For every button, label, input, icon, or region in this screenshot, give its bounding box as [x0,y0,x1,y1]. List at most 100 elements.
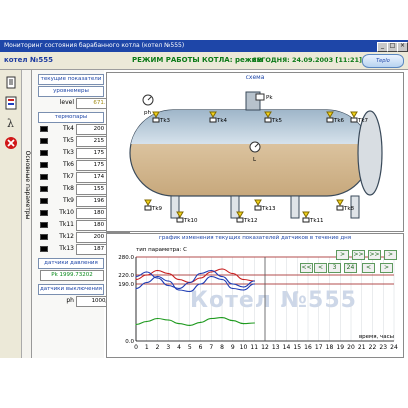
stop-icon[interactable] [4,136,18,150]
series-point-3 [221,317,223,319]
chart-nav-button[interactable]: > [384,250,397,260]
x-tick-label: 13 [272,344,280,351]
x-tick-label: 1 [145,344,149,351]
series-point-0 [167,272,169,275]
sensor-marker-icon[interactable] [302,211,310,218]
sensor-label: Tk9 [151,206,163,212]
sensor-box[interactable] [209,117,217,123]
series-point-1 [189,281,191,284]
thermo-indicator [40,222,48,228]
sensor-box[interactable] [236,217,244,223]
sensor-marker-icon[interactable] [350,111,358,118]
sensor-label: Tk5 [271,118,283,124]
sensor-label: Tk3 [159,118,171,124]
chart-nav-button[interactable]: > [380,263,393,273]
thermo-indicator [40,150,48,156]
thermo-indicator [40,174,48,180]
thermo-indicator [40,234,48,240]
x-tick-label: 16 [304,344,312,351]
sensor-marker-icon[interactable] [336,199,344,206]
pk-label: Pk [266,95,273,101]
x-tick-label: 6 [199,344,203,351]
chart-nav-button[interactable]: >> [368,250,381,260]
thermo-label: Tk3 [63,149,74,156]
x-tick-label: 21 [358,344,366,351]
series-line-0 [135,268,255,284]
series-point-0 [135,278,137,281]
drum-leg [290,195,300,219]
series-point-2 [178,289,180,291]
sensor-box[interactable] [254,205,262,211]
series-point-0 [178,278,180,281]
list-icon[interactable] [4,96,18,110]
x-tick-label: 12 [261,344,269,351]
chart-nav-button[interactable]: 3 [328,263,341,273]
series-point-2 [167,280,169,282]
left-toolbar: λ [0,70,22,358]
series-point-2 [253,283,255,285]
pressure-section-title: датчики давления [38,258,104,269]
series-point-1 [221,275,223,278]
x-tick-label: 8 [220,344,224,351]
drum-leg [170,195,180,219]
series-point-2 [189,290,191,293]
thermo-label: Tk6 [63,161,74,168]
chart-nav-button[interactable]: < [314,263,327,273]
series-point-3 [210,317,212,320]
thermo-indicator [40,198,48,204]
thermo-label: Tk13 [59,245,74,252]
y-tick-label: 220.0 [118,273,134,279]
sensor-marker-icon[interactable] [144,199,152,206]
boiler-scheme: Pk ph L Tk3 Tk4 Tk5 Tk6 Tk7Tk8Tk9Tk10 Tk11Tk1… [129,91,383,224]
sensor-box[interactable] [350,117,358,123]
sensor-box[interactable] [326,117,334,123]
ph-scheme-label: ph [144,110,151,116]
series-point-1 [253,280,255,282]
sensor-box[interactable] [176,217,184,223]
doc-icon[interactable] [4,76,18,90]
sensor-box[interactable] [152,117,160,123]
sensor-box[interactable] [144,205,152,211]
series-point-3 [189,324,191,326]
series-point-3 [242,323,245,325]
series-point-1 [178,287,180,290]
series-point-3 [253,322,255,324]
series-point-0 [146,274,148,276]
sensor-label: Tk8 [343,206,355,212]
sensor-box[interactable] [336,205,344,211]
x-tick-label: 4 [177,344,181,351]
chart-title: график изменения текущих показателей дат… [158,235,352,241]
ph-label: ph [66,297,74,304]
chart-param-label: тип параметра: С [136,247,187,253]
chart-nav-button[interactable]: < [362,263,375,273]
bottom-area [0,358,408,408]
pk-sensor[interactable] [255,93,265,101]
chart-nav-button[interactable]: >> [352,250,365,260]
thermo-indicator [40,126,48,132]
sensor-marker-icon[interactable] [254,199,262,206]
x-tick-label: 18 [326,344,334,351]
close-button[interactable]: × [397,42,408,52]
series-point-0 [156,269,159,272]
thermo-section-title: термопары [38,112,104,123]
lambda-icon[interactable]: λ [4,116,18,130]
sensor-label: Tk11 [309,218,324,224]
series-point-0 [232,272,234,275]
sensor-box[interactable] [302,217,310,223]
series-point-0 [210,271,212,273]
series-point-2 [242,289,245,291]
series-point-2 [221,278,223,281]
sensor-box[interactable] [264,117,272,123]
sensor-label: Tk7 [357,118,369,124]
y-tick-label: 0.0 [125,339,134,345]
series-point-2 [146,281,148,284]
series-line-3 [135,317,255,326]
chart-nav-button[interactable]: << [300,263,313,273]
x-tick-label: 2 [156,344,160,351]
level-label: level [59,99,74,106]
sensor-panel: текущие показатели уровнемеры level 671.… [32,70,130,358]
x-tick-label: 23 [379,344,387,351]
chart-nav-button[interactable]: 24 [344,263,357,273]
tab-main-params[interactable]: Основные параметры [22,70,32,358]
chart-nav-button[interactable]: > [336,250,349,260]
